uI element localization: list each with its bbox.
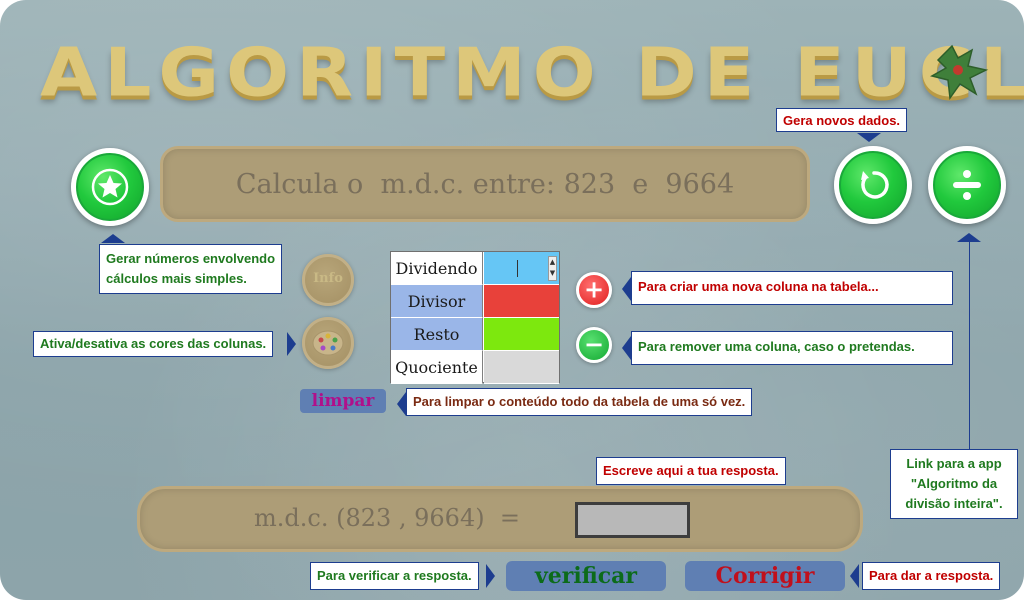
app-frame: ALGORITMO DE EUCLIDES Calcula o m.d.c. e… <box>0 0 1024 600</box>
question-text: Calcula o m.d.c. entre: 823 e 9664 <box>235 168 735 200</box>
star-icon <box>91 168 129 206</box>
callout-colors: Ativa/desativa as cores das colunas. <box>33 331 274 357</box>
holly-icon <box>930 44 989 101</box>
answer-input[interactable] <box>575 502 690 538</box>
app-title: ALGORITMO DE EUCLIDES <box>40 34 1024 112</box>
callout-verify: Para verificar a resposta. <box>310 562 479 590</box>
callout-line <box>969 241 970 449</box>
table-row: Quociente <box>391 351 559 384</box>
divisor-cell[interactable] <box>484 285 559 318</box>
callout-new-column: Para criar uma nova coluna na tabela... <box>631 271 953 305</box>
add-column-button[interactable]: + <box>576 272 612 308</box>
clear-button[interactable]: limpar <box>300 389 386 413</box>
text-cursor <box>517 260 518 277</box>
color-toggle-button[interactable] <box>302 317 354 369</box>
simple-numbers-button[interactable] <box>71 148 149 226</box>
callout-arrow <box>486 564 495 588</box>
info-button[interactable]: Info <box>302 254 354 306</box>
dividend-input[interactable]: ▲ ▼ <box>484 252 559 285</box>
callout-arrow <box>287 332 296 356</box>
callout-arrow <box>622 277 631 301</box>
callout-answer: Escreve aqui a tua resposta. <box>596 457 786 485</box>
callout-give-answer: Para dar a resposta. <box>862 562 1001 590</box>
quotient-cell[interactable] <box>484 351 559 384</box>
question-box: Calcula o m.d.c. entre: 823 e 9664 <box>160 146 810 222</box>
verify-button[interactable]: verificar <box>506 561 666 591</box>
division-icon <box>953 170 981 200</box>
row-label: Quociente <box>391 351 483 384</box>
plus-icon: + <box>583 275 605 304</box>
palette-icon <box>312 330 344 356</box>
spinner[interactable]: ▲ ▼ <box>548 256 557 281</box>
minus-icon: − <box>583 330 605 359</box>
callout-new-data: Gera novos dados. <box>776 108 908 132</box>
remove-column-button[interactable]: − <box>576 327 612 363</box>
callout-clear: Para limpar o conteúdo todo da tabela de… <box>406 388 753 416</box>
callout-arrow <box>857 133 881 142</box>
division-app-link-button[interactable] <box>928 146 1006 224</box>
callout-remove-column: Para remover uma coluna, caso o pretenda… <box>631 331 953 365</box>
table-row: Resto <box>391 318 559 351</box>
row-label: Resto <box>391 318 483 351</box>
new-data-button[interactable] <box>834 146 912 224</box>
callout-simple-numbers: Gerar números envolvendo cálculos mais s… <box>99 244 283 294</box>
info-label: Info <box>313 271 343 286</box>
callout-arrow <box>397 392 406 416</box>
callout-arrow <box>622 336 631 360</box>
table-row: Dividendo ▲ ▼ <box>391 252 559 285</box>
refresh-icon <box>861 171 889 199</box>
callout-arrow <box>850 564 859 588</box>
table-row: Divisor <box>391 285 559 318</box>
remainder-cell[interactable] <box>484 318 559 351</box>
callout-arrow <box>101 234 125 243</box>
answer-label: m.d.c. (823 , 9664) = <box>254 504 520 532</box>
euclid-table: Dividendo ▲ ▼ Divisor Resto Quociente <box>390 251 560 384</box>
row-label: Dividendo <box>391 252 483 285</box>
row-label: Divisor <box>391 285 483 318</box>
callout-division-link: Link para a app "Algoritmo da divisão in… <box>890 449 1018 519</box>
correct-button[interactable]: Corrigir <box>685 561 845 591</box>
